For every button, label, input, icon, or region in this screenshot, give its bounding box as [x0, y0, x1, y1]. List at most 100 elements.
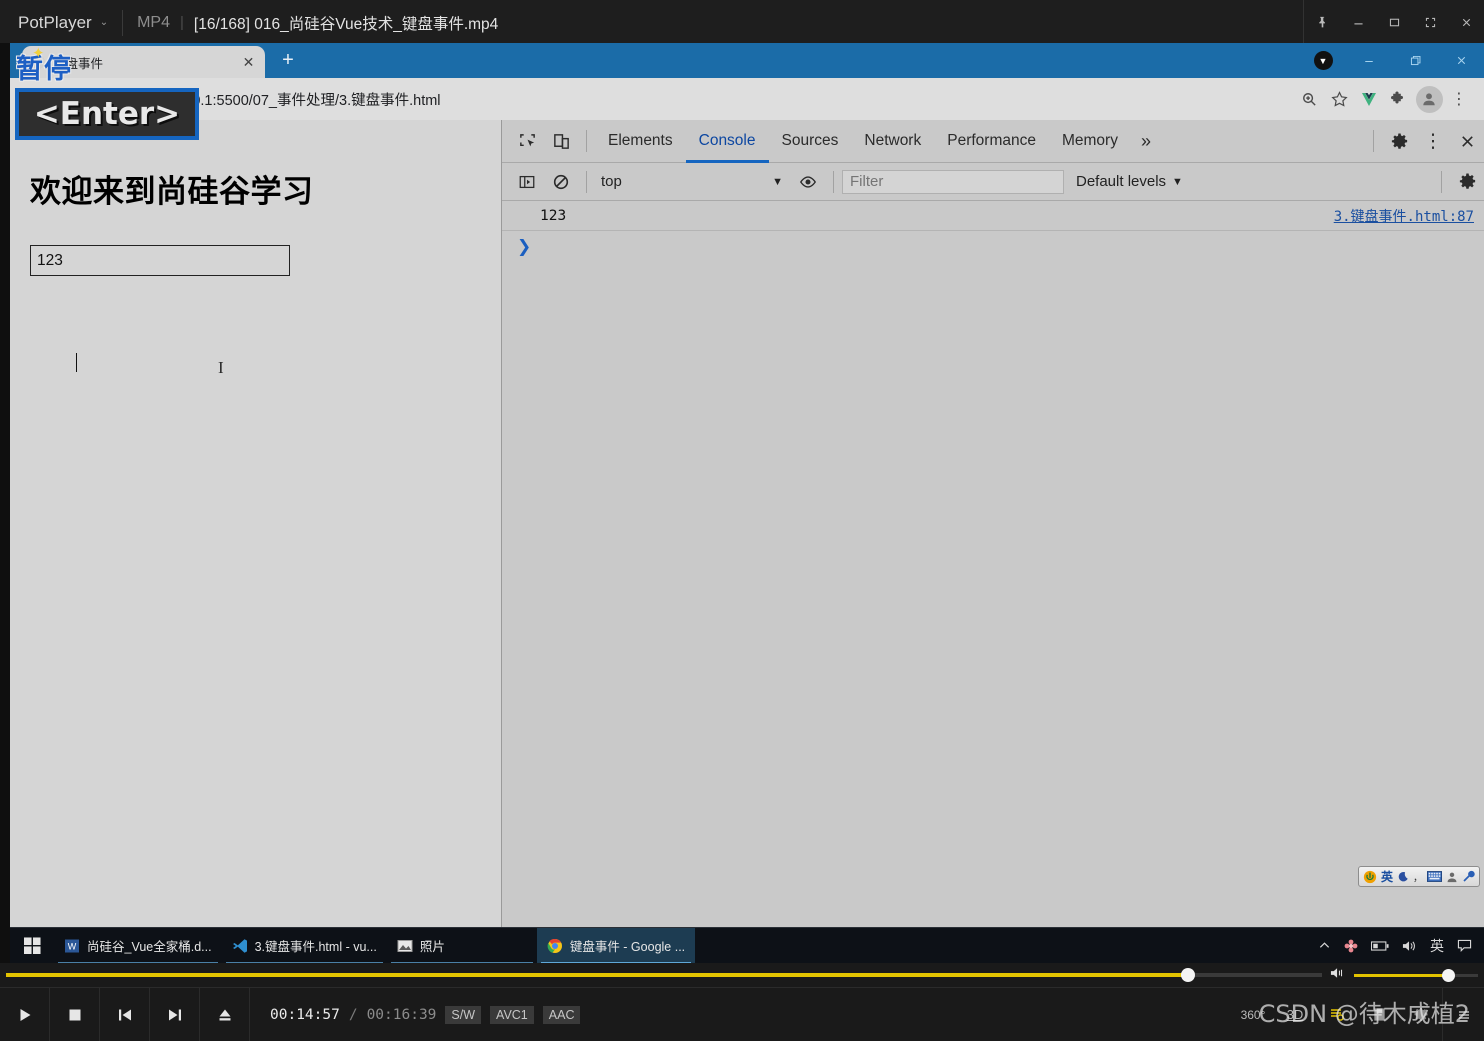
console-log-levels-dropdown[interactable]: Default levels ▼ — [1076, 173, 1183, 190]
codec-badge-video: AVC1 — [490, 1005, 534, 1024]
playback-time-display: 00:14:57 / 00:16:39 S/W AVC1 AAC — [250, 1005, 581, 1024]
play-button[interactable] — [0, 987, 50, 1041]
stop-button[interactable] — [50, 987, 100, 1041]
console-sidebar-toggle-icon[interactable] — [510, 165, 544, 199]
tab-memory[interactable]: Memory — [1049, 120, 1131, 163]
ime-keyboard-icon[interactable] — [1427, 871, 1442, 882]
console-input-prompt[interactable]: ❯ — [502, 231, 1484, 263]
bookmark-button[interactable] — [1358, 988, 1400, 1041]
total-time-label: 00:16:39 — [366, 1006, 437, 1023]
chrome-icon — [547, 938, 563, 954]
ime-punctuation-icon[interactable]: ， — [1413, 869, 1423, 884]
devtools-settings-gear-icon[interactable] — [1382, 124, 1416, 158]
chevron-down-icon[interactable]: ⌄ — [100, 17, 108, 28]
address-bar[interactable]: i 127.0.0.1:5500/07_事件处理/3.键盘事件.html — [118, 85, 1286, 113]
log-levels-label: Default levels — [1076, 173, 1167, 190]
fullscreen-button[interactable] — [1412, 0, 1448, 45]
system-tray: 英 — [1318, 936, 1484, 956]
volume-slider[interactable] — [1354, 968, 1478, 982]
volume-handle[interactable] — [1441, 968, 1455, 982]
console-filter-input[interactable] — [842, 169, 1064, 194]
tab-console[interactable]: Console — [686, 120, 769, 163]
console-settings-group — [1433, 165, 1484, 199]
taskbar-item-photos[interactable]: 照片 — [387, 928, 537, 964]
photos-icon — [397, 938, 413, 954]
tab-elements[interactable]: Elements — [595, 120, 686, 163]
profile-avatar-icon[interactable] — [1414, 84, 1444, 114]
eject-button[interactable] — [200, 987, 250, 1041]
console-toolbar: top ▼ Default levels ▼ — [502, 163, 1484, 201]
bookmark-star-icon[interactable] — [1324, 84, 1354, 114]
seek-handle[interactable] — [1180, 968, 1195, 982]
device-toolbar-icon[interactable] — [544, 124, 578, 158]
devtools-close-icon[interactable] — [1450, 124, 1484, 158]
ime-language-label[interactable]: 英 — [1381, 868, 1393, 885]
chrome-restore-button[interactable] — [1392, 43, 1438, 78]
tab-sources[interactable]: Sources — [769, 120, 852, 163]
sogou-logo-icon[interactable] — [1363, 870, 1377, 884]
zoom-icon[interactable] — [1294, 84, 1324, 114]
ime-toolbox-icon[interactable] — [1462, 870, 1475, 883]
view3d-button[interactable]: 3D — [1274, 988, 1316, 1041]
settings-divider — [1441, 170, 1442, 193]
screen-root: PotPlayer ⌄ MP4 | [16/168] 016_尚硅谷Vue技术_… — [0, 0, 1484, 1041]
console-message-row[interactable]: 123 3.键盘事件.html:87 — [502, 201, 1484, 231]
tab-performance[interactable]: Performance — [934, 120, 1049, 163]
volume-speaker-icon[interactable] — [1330, 966, 1347, 985]
prompt-chevron-icon: ❯ — [517, 237, 532, 256]
console-settings-gear-icon[interactable] — [1450, 165, 1484, 199]
chrome-close-button[interactable] — [1438, 43, 1484, 78]
chrome-minimize-button[interactable] — [1346, 43, 1392, 78]
keyboard-event-input[interactable] — [30, 245, 290, 276]
console-source-link[interactable]: 3.键盘事件.html:87 — [1334, 206, 1474, 226]
word-icon: W — [64, 938, 80, 954]
taskbar-item-vscode[interactable]: 3.键盘事件.html - vu... — [222, 928, 387, 964]
ime-moon-icon[interactable] — [1397, 871, 1409, 883]
filter-divider — [833, 170, 834, 193]
taskbar-item-label: 尚硅谷_Vue全家桶.d... — [87, 940, 212, 954]
console-context-selector[interactable]: top ▼ — [601, 173, 791, 190]
maximize-button[interactable] — [1376, 0, 1412, 45]
chrome-menu-icon[interactable]: ⋮ — [1444, 84, 1474, 114]
taskbar-item-chrome[interactable]: 键盘事件 - Google ... — [536, 927, 696, 964]
next-button[interactable] — [150, 987, 200, 1041]
devtools-more-options-icon[interactable]: ⋮ — [1416, 124, 1450, 158]
console-message-text: 123 — [540, 207, 567, 224]
ime-user-icon[interactable] — [1446, 871, 1458, 883]
tab-network[interactable]: Network — [851, 120, 934, 163]
tray-app-flower-icon[interactable] — [1344, 939, 1358, 953]
ime-floating-toolbar[interactable]: 英 ， — [1357, 866, 1480, 887]
inspect-element-icon[interactable] — [510, 124, 544, 158]
potplayer-brand-label: PotPlayer — [18, 12, 92, 32]
pin-button[interactable] — [1304, 0, 1340, 45]
download-indicator[interactable]: ▼ — [1300, 43, 1346, 78]
minimize-button[interactable] — [1340, 0, 1376, 45]
taskbar-item-label: 3.键盘事件.html - vu... — [254, 940, 377, 954]
seek-slider[interactable] — [6, 968, 1322, 982]
playlist-button[interactable] — [1316, 988, 1358, 1041]
vue-devtools-icon[interactable] — [1354, 84, 1384, 114]
taskbar-item-word[interactable]: W 尚硅谷_Vue全家桶.d... — [54, 928, 222, 964]
tray-chevron-up-icon[interactable] — [1318, 939, 1331, 952]
view360-button[interactable]: 360° — [1232, 988, 1274, 1041]
menu-button[interactable] — [1442, 987, 1484, 1041]
previous-button[interactable] — [100, 987, 150, 1041]
clear-console-icon[interactable] — [544, 165, 578, 199]
tray-battery-icon[interactable] — [1371, 940, 1389, 952]
new-tab-button[interactable]: + — [275, 47, 301, 73]
settings-button[interactable] — [1400, 988, 1442, 1041]
video-letterbox-left — [0, 43, 10, 963]
tray-notifications-icon[interactable] — [1457, 939, 1472, 953]
live-expression-eye-icon[interactable] — [791, 165, 825, 199]
more-tabs-icon[interactable]: » — [1131, 131, 1161, 152]
close-button[interactable] — [1448, 0, 1484, 45]
console-output-area[interactable]: 123 3.键盘事件.html:87 ❯ 英 ， — [502, 201, 1484, 927]
tab-close-icon[interactable]: ✕ — [240, 54, 257, 71]
tray-ime-label[interactable]: 英 — [1430, 936, 1444, 956]
vscode-icon — [232, 938, 248, 954]
start-button[interactable] — [10, 928, 54, 964]
potplayer-brand[interactable]: PotPlayer ⌄ — [0, 13, 108, 33]
extensions-puzzle-icon[interactable] — [1384, 84, 1414, 114]
tray-volume-icon[interactable] — [1402, 939, 1417, 953]
chrome-toolbar: ← → ⟳ i 127.0.0.1:5500/07_事件处理/3.键盘事件.ht… — [10, 78, 1484, 120]
